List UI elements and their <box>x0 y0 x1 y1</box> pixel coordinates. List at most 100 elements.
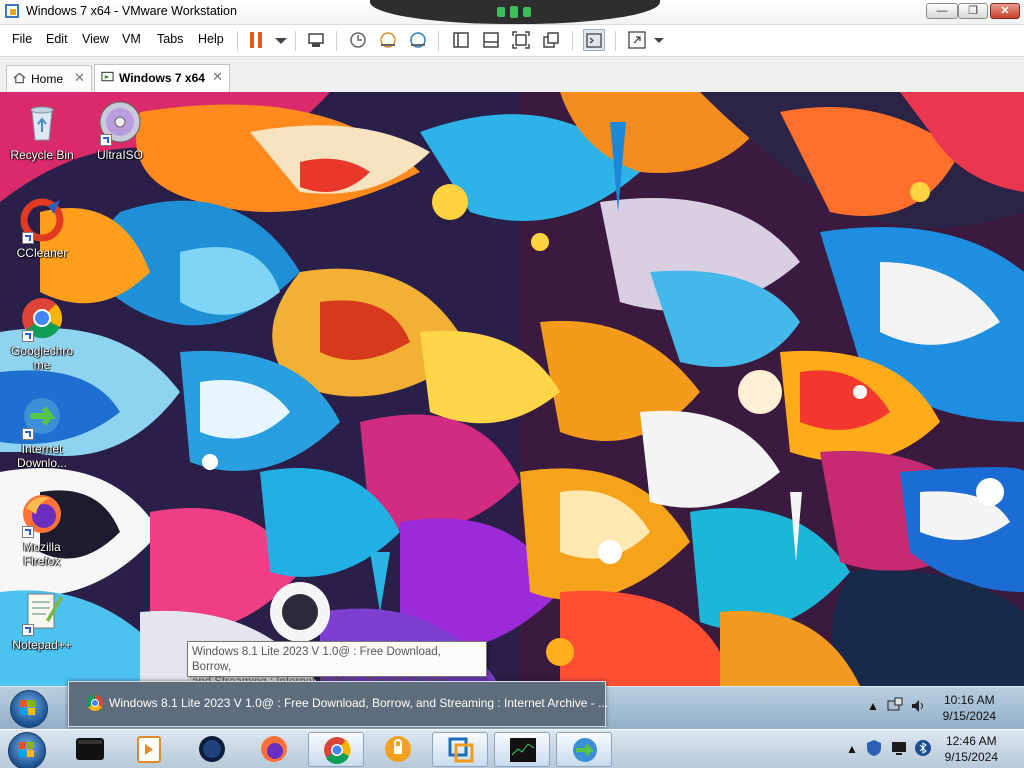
guest-task-chrome[interactable]: Windows 8.1 Lite 2023 V 1.0@ : Free Down… <box>68 681 609 727</box>
indicator-led-icon <box>510 6 518 18</box>
taskbar-monitor-app[interactable] <box>494 732 550 767</box>
shortcut-arrow-icon <box>22 232 34 244</box>
shortcut-arrow-icon <box>22 526 34 538</box>
taskbar-vmware-app[interactable] <box>432 732 488 767</box>
window-title: Windows 7 x64 - VMware Workstation <box>26 4 237 18</box>
clock-date: 9/15/2024 <box>944 750 998 764</box>
taskbar-terminal-app[interactable] <box>62 732 118 767</box>
minimize-button[interactable]: — <box>926 3 958 19</box>
guest-clock[interactable]: 10:16 AM 9/15/2024 <box>943 692 996 724</box>
taskbar-firefox-app[interactable] <box>246 732 302 767</box>
shortcut-arrow-icon <box>22 428 34 440</box>
stretch-dropdown-icon[interactable] <box>648 29 670 51</box>
action-center-icon[interactable] <box>886 697 904 718</box>
thumbnail-icon[interactable] <box>480 29 502 51</box>
desktop-icon-internet-download-manager[interactable]: Internet Downlo... <box>2 394 82 470</box>
shortcut-arrow-icon <box>100 134 112 146</box>
recycle-bin-icon <box>20 100 64 144</box>
toolbar-separator <box>295 31 296 51</box>
send-ctrl-alt-del-icon[interactable] <box>305 29 327 51</box>
vmware-icon <box>448 737 474 763</box>
host-start-button[interactable] <box>8 732 46 768</box>
volume-icon[interactable] <box>910 697 928 718</box>
desktop-icon-label: Internet Downlo... <box>16 442 68 470</box>
host-taskbar: ▲ 12:46 AM 9/15/2024 <box>0 729 1024 768</box>
taskbar-idm-app[interactable] <box>556 732 612 767</box>
taskbar-tooltip: Windows 8.1 Lite 2023 V 1.0@ : Free Down… <box>187 641 487 688</box>
menu-view[interactable]: View <box>82 32 109 46</box>
toolbar-separator <box>336 31 337 51</box>
tab-windows7[interactable]: Windows 7 x64 ✕ <box>94 64 230 92</box>
menu-vm[interactable]: VM <box>122 32 141 46</box>
windows-logo-icon <box>20 700 36 716</box>
taskbar-globe-app[interactable] <box>184 732 240 767</box>
stretch-icon[interactable] <box>626 29 648 51</box>
desktop-icon-firefox[interactable]: Mozilla Firefox <box>2 492 82 568</box>
clock-time: 10:16 AM <box>943 693 995 707</box>
desktop-icon-googlechrome[interactable]: Googlechrome <box>2 296 82 372</box>
unity-icon[interactable] <box>540 29 562 51</box>
snapshot-icon[interactable] <box>347 29 369 51</box>
clock-date: 9/15/2024 <box>942 709 996 723</box>
tab-label: Home <box>31 72 64 86</box>
desktop-icon-recycle-bin[interactable]: Recycle Bin <box>2 100 82 162</box>
media-player-icon <box>137 736 161 763</box>
vpn-icon <box>385 736 411 762</box>
power-dropdown-icon[interactable] <box>270 29 292 51</box>
desktop-wallpaper <box>0 92 1024 686</box>
window-titlebar: Windows 7 x64 - VMware Workstation — ❐ ✕ <box>0 0 1024 25</box>
tab-home[interactable]: Home ✕ <box>6 65 92 91</box>
idm-icon <box>573 738 597 762</box>
console-icon[interactable] <box>583 29 605 51</box>
chrome-icon <box>87 695 103 711</box>
host-clock[interactable]: 12:46 AM 9/15/2024 <box>945 733 998 765</box>
menu-file[interactable]: File <box>12 32 32 46</box>
desktop-icon-label: Notepad++ <box>12 638 72 652</box>
indicator-led-icon <box>523 7 531 17</box>
resource-monitor-icon <box>510 738 536 762</box>
taskbar-vpn-app[interactable] <box>370 732 426 767</box>
taskbar-chrome-app[interactable] <box>308 732 364 767</box>
shortcut-arrow-icon <box>22 330 34 342</box>
close-button[interactable]: ✕ <box>990 3 1020 19</box>
shortcut-arrow-icon <box>22 624 34 636</box>
vm-display[interactable]: Recycle Bin UltraISO CCleaner Googlechro… <box>0 92 1024 768</box>
tray-expand-icon[interactable]: ▲ <box>867 699 879 713</box>
idm-icon <box>20 394 64 440</box>
menu-edit[interactable]: Edit <box>46 32 68 46</box>
firefox-icon <box>261 736 287 762</box>
close-icon[interactable]: ✕ <box>74 70 85 86</box>
ccleaner-icon <box>20 198 64 244</box>
fullscreen-icon[interactable] <box>510 29 532 51</box>
pause-icon[interactable] <box>247 29 269 51</box>
desktop-icon-label: UltraISO <box>96 148 143 162</box>
revert-snapshot-icon[interactable] <box>377 29 399 51</box>
notepad-icon <box>20 590 64 636</box>
network-icon[interactable] <box>890 739 908 760</box>
snapshot-manager-icon[interactable] <box>407 29 429 51</box>
guest-start-button[interactable] <box>10 690 48 728</box>
desktop-icon-ccleaner[interactable]: CCleaner <box>2 198 82 260</box>
firefox-icon <box>20 492 64 538</box>
task-label: Windows 8.1 Lite 2023 V 1.0@ : Free Down… <box>109 696 609 710</box>
clock-time: 12:46 AM <box>945 734 997 748</box>
menu-tabs[interactable]: Tabs <box>157 32 183 46</box>
close-icon[interactable]: ✕ <box>212 69 223 85</box>
shield-icon[interactable] <box>866 739 882 760</box>
tray-expand-icon[interactable]: ▲ <box>846 742 858 756</box>
terminal-icon <box>76 738 104 760</box>
bluetooth-icon[interactable] <box>914 739 932 760</box>
vm-icon <box>101 71 114 82</box>
menu-toolbar: File Edit View VM Tabs Help <box>0 25 1024 55</box>
taskbar-media-player-app[interactable] <box>120 732 176 767</box>
restore-button[interactable]: ❐ <box>958 3 988 19</box>
home-icon <box>13 72 26 84</box>
menu-help[interactable]: Help <box>198 32 224 46</box>
desktop-icon-notepad-plus-plus[interactable]: Notepad++ <box>2 590 82 652</box>
globe-icon <box>199 736 225 762</box>
guest-taskbar: Windows 8.1 Lite 2023 V 1.0@ : Free Down… <box>0 681 1024 729</box>
desktop-icon-label: Mozilla Firefox <box>23 540 61 568</box>
camera-notch <box>370 0 660 24</box>
desktop-icon-ultraiso[interactable]: UltraISO <box>80 100 160 162</box>
library-icon[interactable] <box>450 29 472 51</box>
